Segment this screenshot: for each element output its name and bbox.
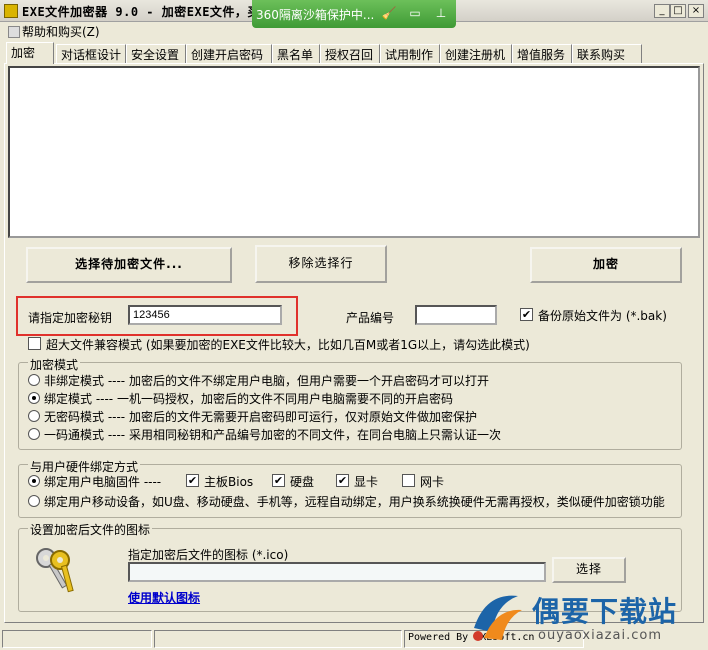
tab-blacklist[interactable]: 黑名单 <box>272 44 320 63</box>
key-label: 请指定加密秘钥 <box>28 311 113 325</box>
hw-label-pc: 绑定用户电脑固件 ---- <box>44 475 162 489</box>
site-watermark: 偶要下载站 ouyaoxiazai.com <box>466 584 706 648</box>
app-icon <box>4 4 18 18</box>
hw-label-mobile: 绑定用户移动设备，如U盘、移动硬盘、手机等，远程自动绑定，用户换系统换硬件无需再… <box>44 495 665 509</box>
hw-radio-mobile[interactable] <box>28 495 40 507</box>
minimize-button[interactable]: _ <box>654 4 670 18</box>
tab-strip: 加密 对话框设计 安全设置 创建开启密码 黑名单 授权召回 试用制作 创建注册机… <box>4 42 704 64</box>
gpu-checkbox[interactable]: ✔ <box>336 474 349 487</box>
tab-open-password[interactable]: 创建开启密码 <box>186 44 272 63</box>
help-icon <box>8 26 20 38</box>
remove-selected-button[interactable]: 移除选择行 <box>255 245 387 283</box>
icon-prompt: 指定加密后文件的图标 (*.ico) <box>128 548 289 562</box>
mode-label-bound: 绑定模式 ---- 一机一码授权，加密后的文件不同用户电脑需要不同的开启密码 <box>44 392 453 406</box>
mode-radio-bound[interactable] <box>28 392 40 404</box>
keys-icon <box>36 548 74 593</box>
sandbox-status-text: 360隔离沙箱保护中... <box>256 8 375 22</box>
bios-checkbox[interactable]: ✔ <box>186 474 199 487</box>
key-input[interactable] <box>128 305 282 325</box>
status-pane-2 <box>154 630 402 648</box>
encrypt-mode-legend: 加密模式 <box>28 356 81 373</box>
compat-label: 超大文件兼容模式 (如果要加密的EXE文件比较大，比如几百M或者1G以上，请勾选… <box>46 338 530 352</box>
compat-checkbox[interactable] <box>28 337 41 350</box>
tab-keygen[interactable]: 创建注册机 <box>440 44 512 63</box>
mode-radio-onecode[interactable] <box>28 428 40 440</box>
default-icon-link[interactable]: 使用默认图标 <box>128 589 200 606</box>
choose-icon-button[interactable]: 选择 <box>552 557 626 583</box>
gpu-label: 显卡 <box>354 475 379 489</box>
bios-label: 主板Bios <box>204 475 254 489</box>
file-list[interactable] <box>8 66 700 238</box>
disk-label: 硬盘 <box>290 475 315 489</box>
broom-icon[interactable]: 🧹 <box>380 6 398 22</box>
nic-checkbox[interactable] <box>402 474 415 487</box>
menu-bar: 帮助和购买(Z) <box>0 22 708 40</box>
tab-security[interactable]: 安全设置 <box>126 44 186 63</box>
maximize-button[interactable]: □ <box>670 4 686 18</box>
mode-radio-unbound[interactable] <box>28 374 40 386</box>
status-pane-1 <box>2 630 152 648</box>
watermark-main: 偶要下载站 <box>532 595 678 628</box>
watermark-sub: ouyaoxiazai.com <box>538 628 662 643</box>
backup-label: 备份原始文件为 (*.bak) <box>538 309 667 323</box>
tab-encrypt[interactable]: 加密 <box>6 42 54 64</box>
close-button[interactable]: × <box>688 4 704 18</box>
encrypt-button[interactable]: 加密 <box>530 247 682 283</box>
mode-label-unbound: 非绑定模式 ---- 加密后的文件不绑定用户电脑，但用户需要一个开启密码才可以打… <box>44 374 489 388</box>
backup-checkbox[interactable]: ✔ <box>520 308 533 321</box>
tab-trial[interactable]: 试用制作 <box>380 44 440 63</box>
product-input[interactable] <box>415 305 497 325</box>
tab-value-added[interactable]: 增值服务 <box>512 44 572 63</box>
window-title: EXE文件加密器 9.0 - 加密EXE文件，买 <box>22 5 260 19</box>
menu-help-buy[interactable]: 帮助和购买(Z) <box>8 23 100 40</box>
icon-legend: 设置加密后文件的图标 <box>28 521 153 538</box>
folder-icon[interactable]: ▭ <box>406 6 424 22</box>
mode-label-nopass: 无密码模式 ---- 加密后的文件无需要开启密码即可运行，仅对原始文件做加密保护 <box>44 410 477 424</box>
icon-path-input[interactable] <box>128 562 546 582</box>
hw-radio-pc[interactable] <box>28 475 40 487</box>
product-label: 产品编号 <box>346 311 395 325</box>
nic-label: 网卡 <box>420 475 445 489</box>
tab-contact-buy[interactable]: 联系购买 <box>572 44 642 63</box>
tab-dialog-design[interactable]: 对话框设计 <box>56 44 126 63</box>
select-file-button[interactable]: 选择待加密文件... <box>26 247 232 283</box>
watermark-logo <box>473 595 522 641</box>
mode-radio-nopass[interactable] <box>28 410 40 422</box>
disk-checkbox[interactable]: ✔ <box>272 474 285 487</box>
tab-revoke[interactable]: 授权召回 <box>320 44 380 63</box>
menu-help-buy-label: 帮助和购买(Z) <box>22 25 100 39</box>
pin-icon[interactable]: ⊥ <box>432 6 450 22</box>
mode-label-onecode: 一码通模式 ---- 采用相同秘钥和产品编号加密的不同文件，在同台电脑上只需认证… <box>44 428 501 442</box>
